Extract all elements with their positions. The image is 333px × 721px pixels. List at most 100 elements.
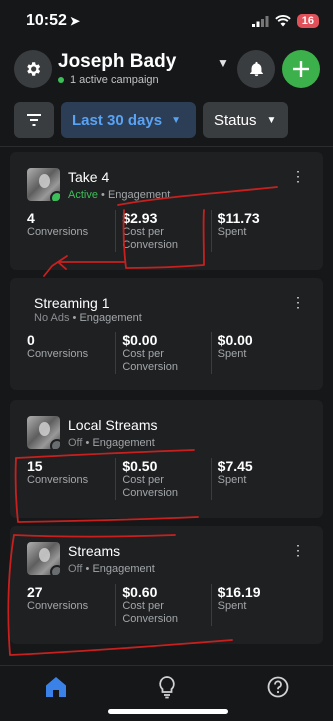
metrics-row: 15 Conversions $0.50 Cost per Conversion… (27, 458, 306, 500)
metric-conversions: 27 Conversions (27, 584, 115, 626)
signal-icon (251, 15, 269, 27)
date-range-dropdown[interactable]: Last 30 days ▼ (61, 102, 196, 138)
metric-conversions: 15 Conversions (27, 458, 115, 500)
chevron-down-icon: ▼ (266, 114, 277, 126)
metric-value: 27 (27, 584, 43, 600)
gear-icon (27, 62, 41, 76)
campaign-meta: Off • Engagement (68, 563, 155, 575)
filter-bar: Last 30 days ▼ Status ▼ (0, 100, 333, 140)
clock: 10:52 (26, 12, 67, 29)
filter-button[interactable] (14, 102, 54, 138)
campaign-objective: Engagement (79, 312, 142, 324)
campaign-thumbnail (27, 168, 60, 201)
metric-spent: $7.45 Spent (210, 458, 306, 500)
campaign-status: Active (68, 189, 98, 201)
tab-insights[interactable] (154, 674, 180, 700)
metric-value: $0.00 (217, 332, 253, 348)
location-arrow-icon: ➤ (69, 14, 80, 28)
metric-spent: $16.19 Spent (210, 584, 306, 626)
battery-level: 16 (296, 14, 319, 28)
campaign-objective: Engagement (92, 437, 155, 449)
campaign-name[interactable]: Local Streams (68, 417, 157, 433)
lightbulb-icon (159, 676, 175, 699)
status-dot-icon (50, 439, 60, 449)
metric-cost-per-conversion: $0.60 Cost per Conversion (115, 584, 210, 626)
account-dropdown-caret-icon[interactable]: ▼ (217, 56, 229, 70)
campaign-count-label: 1 active campaign (70, 74, 159, 86)
plus-icon (293, 61, 309, 77)
settings-button[interactable] (14, 50, 52, 88)
campaign-status: No Ads (34, 312, 70, 324)
more-options-icon[interactable]: ⋮ (291, 294, 305, 311)
campaign-status: Off (68, 563, 83, 575)
chevron-down-icon: ▼ (171, 114, 181, 126)
metric-value: $0.00 (122, 332, 158, 348)
metric-value: $11.73 (217, 210, 260, 226)
campaign-card[interactable]: Streams Off • Engagement ⋮ 27 Conversion… (10, 526, 323, 644)
metric-value: 15 (27, 458, 43, 474)
notifications-button[interactable] (237, 50, 275, 88)
campaign-thumbnail (27, 416, 60, 449)
metric-label: Cost per Conversion (122, 474, 178, 499)
campaign-objective: Engagement (107, 189, 171, 201)
metric-cost-per-conversion: $0.00 Cost per Conversion (115, 332, 210, 374)
campaign-objective: Engagement (92, 563, 155, 575)
separator: • (101, 189, 105, 201)
bell-icon (249, 61, 263, 77)
divider (0, 146, 333, 147)
account-name[interactable]: Joseph Bady (58, 51, 176, 73)
metric-label: Cost per Conversion (122, 348, 178, 373)
header: Joseph Bady 1 active campaign ▼ (0, 50, 333, 94)
separator: • (85, 437, 90, 449)
metric-cost-per-conversion: $0.50 Cost per Conversion (115, 458, 210, 500)
campaign-meta: No Ads • Engagement (34, 312, 142, 324)
campaign-name[interactable]: Streams (68, 543, 120, 559)
tab-help[interactable] (265, 674, 291, 700)
add-campaign-button[interactable] (282, 50, 320, 88)
campaign-name[interactable]: Streaming 1 (34, 295, 109, 311)
metric-spent: $0.00 Spent (210, 332, 306, 374)
status-dot-icon (50, 191, 60, 201)
home-indicator (108, 709, 228, 714)
more-options-icon[interactable]: ⋮ (291, 542, 305, 559)
metric-value: 0 (27, 332, 35, 348)
active-dot-icon (58, 77, 64, 83)
metric-label: Conversions (27, 600, 89, 612)
tab-home[interactable] (43, 674, 69, 700)
metric-conversions: 0 Conversions (27, 332, 115, 374)
metric-value: $16.19 (217, 584, 261, 600)
campaign-card[interactable]: Streaming 1 No Ads • Engagement ⋮ 0 Conv… (10, 278, 323, 390)
more-options-icon[interactable]: ⋮ (291, 168, 305, 185)
metric-value: $7.45 (217, 458, 253, 474)
campaign-name[interactable]: Take 4 (68, 169, 109, 185)
metric-label: Conversions (27, 226, 89, 238)
home-icon (46, 677, 66, 697)
metrics-row: 0 Conversions $0.00 Cost per Conversion … (27, 332, 306, 374)
help-icon (267, 676, 289, 698)
campaign-status: Off (68, 437, 83, 449)
metrics-row: 4 Conversions $2.93 Cost per Conversion … (27, 210, 306, 252)
campaign-card[interactable]: Local Streams Off • Engagement 15 Conver… (10, 400, 323, 518)
campaign-meta: Active • Engagement (68, 189, 170, 201)
metrics-row: 27 Conversions $0.60 Cost per Conversion… (27, 584, 306, 626)
campaign-card[interactable]: Take 4 Active • Engagement ⋮ 4 Conversio… (10, 152, 323, 270)
status-dot-icon (50, 565, 60, 575)
metric-spent: $11.73 Spent (210, 210, 306, 252)
status-bar: 10:52 ➤ 16 (0, 0, 333, 44)
metric-label: Spent (217, 600, 247, 612)
metric-label: Cost per Conversion (122, 226, 178, 251)
date-range-label: Last 30 days (72, 111, 163, 129)
metric-value: 4 (27, 210, 35, 226)
status-filter-dropdown[interactable]: Status ▼ (203, 102, 288, 138)
metric-label: Conversions (27, 474, 89, 486)
metric-conversions: 4 Conversions (27, 210, 115, 252)
metric-label: Conversions (27, 348, 89, 360)
campaign-meta: Off • Engagement (68, 437, 155, 449)
metric-value: $0.50 (122, 458, 158, 474)
separator: • (72, 312, 77, 324)
status-filter-label: Status (214, 111, 257, 129)
metric-label: Spent (217, 348, 247, 360)
wifi-icon (275, 15, 291, 27)
metric-cost-per-conversion: $2.93 Cost per Conversion (115, 210, 210, 252)
metric-label: Spent (217, 474, 247, 486)
